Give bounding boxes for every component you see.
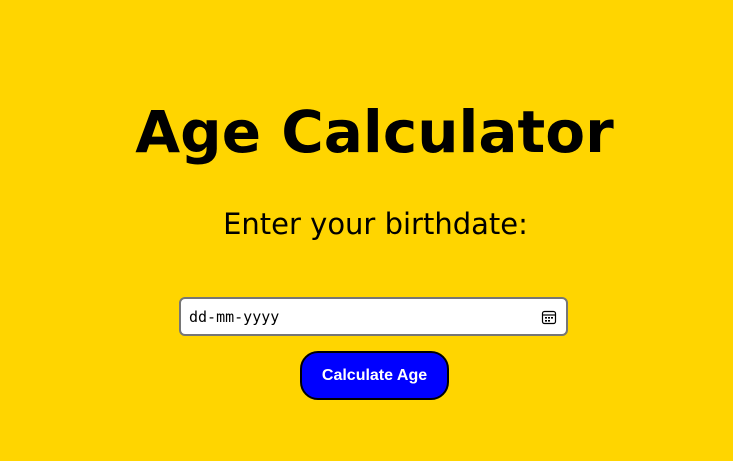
page-title: Age Calculator bbox=[135, 98, 614, 166]
birthdate-placeholder: dd-mm-yyyy bbox=[189, 308, 280, 326]
calculate-age-button[interactable]: Calculate Age bbox=[300, 351, 449, 400]
birthdate-prompt: Enter your birthdate: bbox=[223, 207, 528, 241]
calendar-icon[interactable] bbox=[541, 309, 557, 325]
birthdate-input[interactable]: dd-mm-yyyy bbox=[179, 297, 568, 336]
